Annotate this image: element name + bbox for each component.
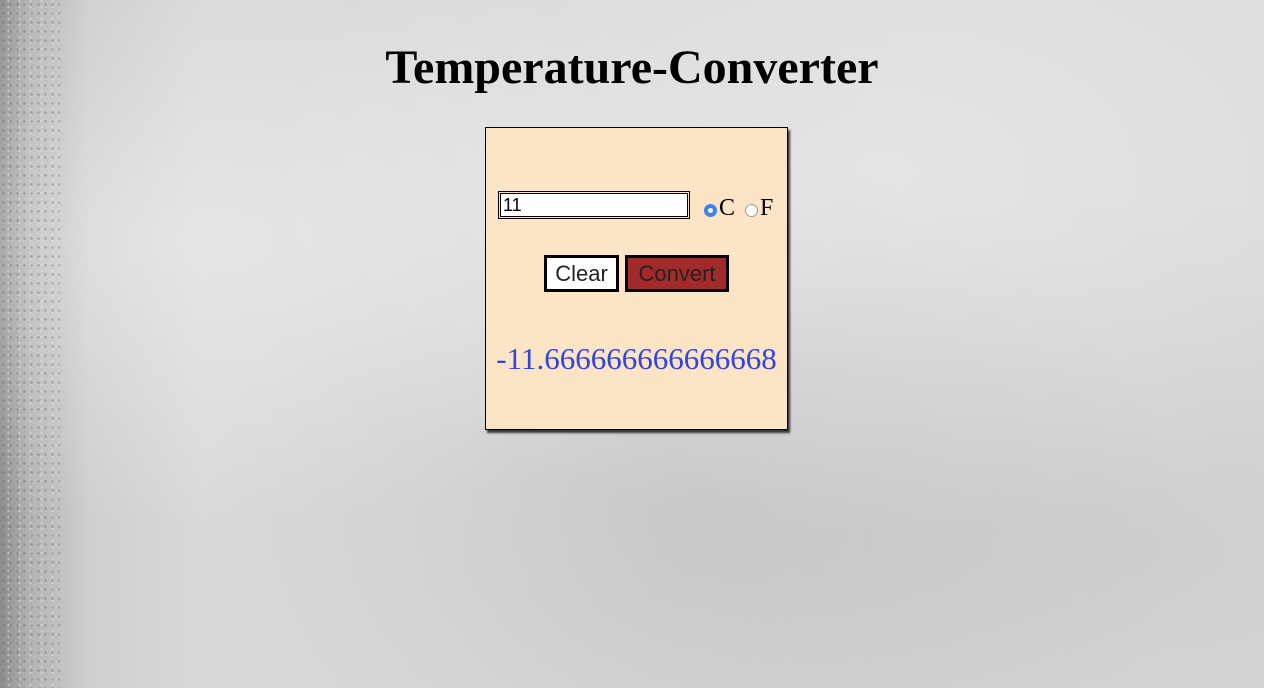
- celsius-radio[interactable]: [704, 204, 717, 217]
- fahrenheit-radio[interactable]: [745, 204, 758, 217]
- clear-button[interactable]: Clear: [544, 255, 619, 292]
- converter-card: C F Clear Convert -11.666666666666668: [485, 127, 788, 430]
- conversion-result: -11.666666666666668: [496, 341, 777, 376]
- convert-button[interactable]: Convert: [625, 255, 729, 292]
- celsius-label: C: [719, 195, 736, 221]
- page-title: Temperature-Converter: [385, 41, 879, 94]
- fahrenheit-label: F: [760, 195, 774, 221]
- background-texture: [0, 0, 60, 688]
- temperature-input[interactable]: [498, 191, 690, 219]
